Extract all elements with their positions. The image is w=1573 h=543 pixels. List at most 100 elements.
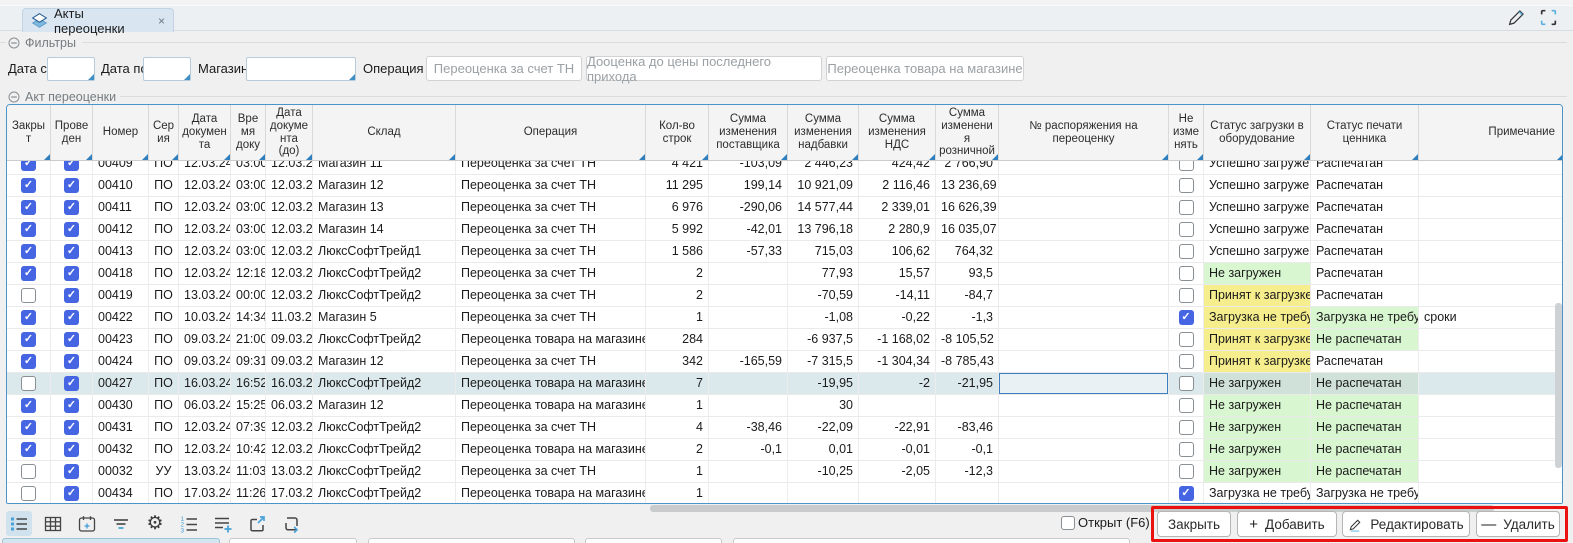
cell-no_change[interactable]: [1169, 461, 1204, 482]
cell-sum_vat[interactable]: -1 304,34: [859, 351, 936, 372]
cell-doc_time[interactable]: 03:00: [231, 161, 266, 174]
column-header-operation[interactable]: Операция: [456, 105, 646, 160]
cell-sum_supplier[interactable]: -290,06: [709, 197, 788, 218]
cell-sum_markup[interactable]: [788, 483, 859, 504]
posted-checkbox[interactable]: [64, 266, 79, 281]
cell-sum_vat[interactable]: -2,05: [859, 461, 936, 482]
no_change-checkbox[interactable]: [1179, 161, 1194, 171]
no_change-checkbox[interactable]: [1179, 222, 1194, 237]
no_change-checkbox[interactable]: [1179, 486, 1194, 501]
cell-sum_vat[interactable]: 106,62: [859, 241, 936, 262]
cell-sum_markup[interactable]: -7 315,5: [788, 351, 859, 372]
closed-checkbox[interactable]: [21, 486, 36, 501]
cell-warehouse[interactable]: ЛюксСофтТрейд2: [313, 461, 456, 482]
cell-note[interactable]: [1419, 483, 1563, 504]
table-row-00418[interactable]: 00418ПО12.03.2412:1812.03.24ЛюксСофтТрей…: [7, 263, 1562, 285]
cell-load_status[interactable]: Не загружен: [1204, 373, 1311, 394]
cell-print_status[interactable]: Распечатан: [1311, 351, 1419, 372]
table-row-00411[interactable]: 00411ПО12.03.2403:0012.03.24Магазин 13Пе…: [7, 197, 1562, 219]
cell-warehouse[interactable]: Магазин 14: [313, 219, 456, 240]
cell-no_change[interactable]: [1169, 197, 1204, 218]
posted-checkbox[interactable]: [64, 376, 79, 391]
cell-order_no[interactable]: [999, 329, 1169, 350]
store-input[interactable]: [246, 57, 356, 81]
cell-load_status[interactable]: Успешно загружен: [1204, 161, 1311, 174]
cell-warehouse[interactable]: ЛюксСофтТрейд2: [313, 263, 456, 284]
cell-posted[interactable]: [51, 197, 93, 218]
cell-sum_retail[interactable]: 16 035,07: [936, 219, 999, 240]
table-row-00419[interactable]: 00419ПО13.03.2400:0012.03.24ЛюксСофтТрей…: [7, 285, 1562, 307]
no_change-checkbox[interactable]: [1179, 354, 1194, 369]
cell-doc_date_to[interactable]: 12.03.24: [266, 417, 313, 438]
column-header-order_no[interactable]: № распоряжения на переоценку: [999, 105, 1169, 160]
cell-sum_supplier[interactable]: [709, 461, 788, 482]
collapse-icon[interactable]: [8, 37, 20, 49]
closed-checkbox[interactable]: [21, 200, 36, 215]
cell-posted[interactable]: [51, 307, 93, 328]
cell-closed[interactable]: [7, 197, 51, 218]
date-to-input[interactable]: [143, 57, 191, 81]
list-view-icon[interactable]: [6, 511, 32, 536]
cell-series[interactable]: ПО: [149, 219, 179, 240]
no_change-checkbox[interactable]: [1179, 266, 1194, 281]
cell-operation[interactable]: Переоценка за счет ТН: [456, 285, 646, 306]
cell-order_no[interactable]: [999, 461, 1169, 482]
cell-closed[interactable]: [7, 307, 51, 328]
table-row-00409[interactable]: 00409ПО12.03.2403:0012.03.24Магазин 11Пе…: [7, 161, 1562, 175]
cell-doc_date[interactable]: 12.03.24: [179, 219, 231, 240]
cell-sum_markup[interactable]: 10 921,09: [788, 175, 859, 196]
cell-doc_time[interactable]: 12:18: [231, 263, 266, 284]
no_change-checkbox[interactable]: [1179, 310, 1194, 325]
cell-doc_time[interactable]: 21:00: [231, 329, 266, 350]
cell-order_no[interactable]: [999, 161, 1169, 174]
collapse-icon[interactable]: [8, 91, 20, 103]
cell-series[interactable]: ПО: [149, 197, 179, 218]
cell-rows_count[interactable]: 4: [646, 417, 709, 438]
cell-print_status[interactable]: Распечатан: [1311, 161, 1419, 174]
cell-note[interactable]: [1419, 197, 1563, 218]
open-f6-checkbox-box[interactable]: [1061, 516, 1075, 530]
cell-doc_date[interactable]: 09.03.24: [179, 351, 231, 372]
cell-rows_count[interactable]: 284: [646, 329, 709, 350]
cell-load_status[interactable]: Принят к загрузке: [1204, 285, 1311, 306]
cell-sum_retail[interactable]: 13 236,69: [936, 175, 999, 196]
cell-no_change[interactable]: [1169, 395, 1204, 416]
tab-acts-revaluation[interactable]: Акты переоценки ×: [22, 8, 174, 32]
cell-doc_date[interactable]: 13.03.24: [179, 461, 231, 482]
cell-order_no[interactable]: [999, 373, 1169, 394]
posted-checkbox[interactable]: [64, 178, 79, 193]
cell-note[interactable]: [1419, 417, 1563, 438]
cell-number[interactable]: 00423: [93, 329, 149, 350]
cell-warehouse[interactable]: Магазин 5: [313, 307, 456, 328]
posted-checkbox[interactable]: [64, 464, 79, 479]
cell-doc_date[interactable]: 10.03.24: [179, 307, 231, 328]
cell-series[interactable]: ПО: [149, 285, 179, 306]
cell-sum_markup[interactable]: -22,09: [788, 417, 859, 438]
cell-rows_count[interactable]: 1: [646, 307, 709, 328]
vertical-scrollbar-thumb[interactable]: [1555, 303, 1562, 468]
cell-doc_date_to[interactable]: 12.03.24: [266, 285, 313, 306]
cell-order_no[interactable]: [999, 483, 1169, 504]
cell-closed[interactable]: [7, 373, 51, 394]
cell-note[interactable]: сроки: [1419, 307, 1563, 328]
cell-sum_markup[interactable]: -1,08: [788, 307, 859, 328]
column-header-series[interactable]: Серия: [149, 105, 179, 160]
cell-number[interactable]: 00430: [93, 395, 149, 416]
table-row-00422[interactable]: 00422ПО10.03.2414:3411.03.24Магазин 5Пер…: [7, 307, 1562, 329]
closed-checkbox[interactable]: [21, 161, 36, 171]
table-row-00413[interactable]: 00413ПО12.03.2403:0012.03.24ЛюксСофтТрей…: [7, 241, 1562, 263]
cell-note[interactable]: [1419, 161, 1562, 174]
cell-sum_supplier[interactable]: -38,46: [709, 417, 788, 438]
posted-checkbox[interactable]: [64, 244, 79, 259]
cell-operation[interactable]: Переоценка товара на магазине: [456, 373, 646, 394]
posted-checkbox[interactable]: [64, 486, 79, 501]
cell-warehouse[interactable]: Магазин 12: [313, 175, 456, 196]
cell-warehouse[interactable]: ЛюксСофтТрейд2: [313, 285, 456, 306]
cell-sum_markup[interactable]: -19,95: [788, 373, 859, 394]
cell-doc_time[interactable]: 11:03: [231, 461, 266, 482]
cell-series[interactable]: ПО: [149, 373, 179, 394]
no_change-checkbox[interactable]: [1179, 420, 1194, 435]
cell-order_no[interactable]: [999, 307, 1169, 328]
table-view-icon[interactable]: [40, 511, 66, 536]
tab-close-icon[interactable]: ×: [158, 14, 165, 28]
